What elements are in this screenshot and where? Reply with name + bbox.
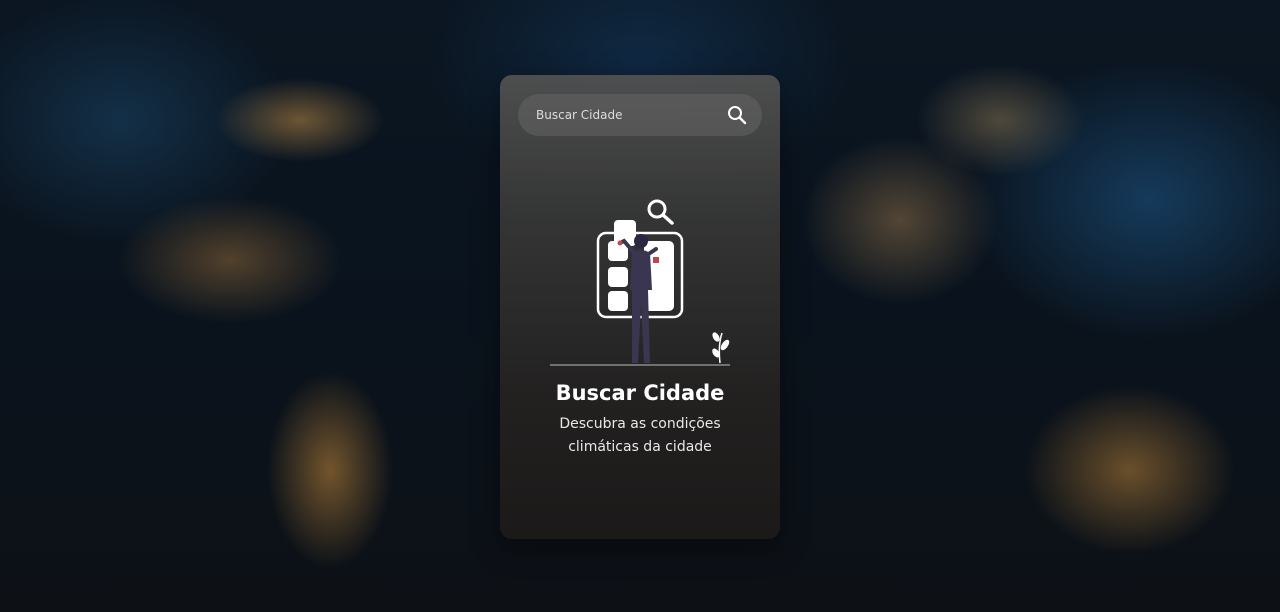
search-icon[interactable]	[726, 104, 748, 126]
weather-card: Buscar Cidade Descubra as condições clim…	[500, 75, 780, 539]
description-line-2: climáticas da cidade	[568, 439, 712, 455]
magnifier-icon	[647, 199, 674, 225]
empty-state-title: Buscar Cidade	[555, 381, 725, 405]
description-line-1: Descubra as condições	[559, 416, 721, 432]
empty-state-description: Descubra as condições climáticas da cida…	[540, 413, 740, 459]
person-checklist-search-illustration	[550, 195, 730, 367]
city-search-input[interactable]	[536, 94, 716, 136]
search-bar	[518, 94, 762, 136]
